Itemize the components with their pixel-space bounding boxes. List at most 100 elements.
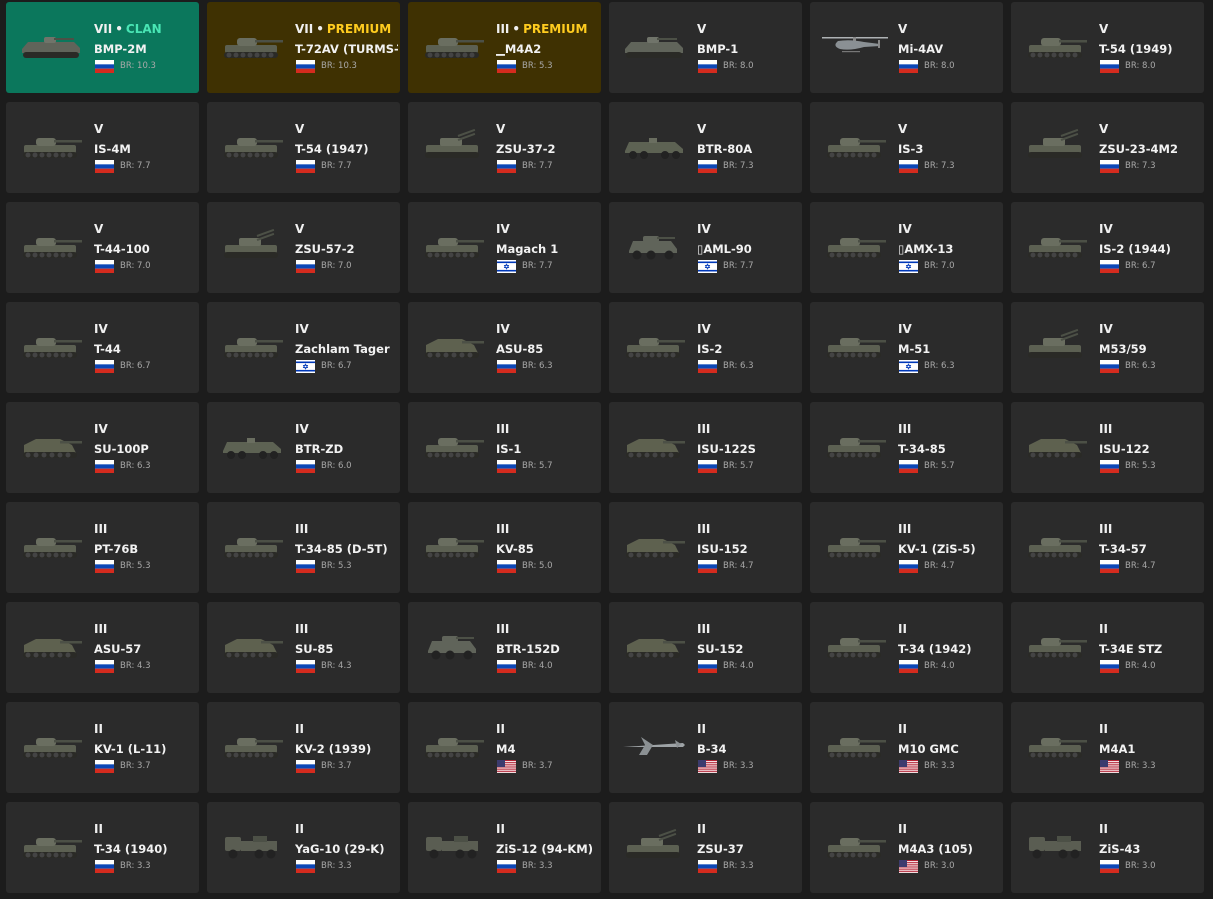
vehicle-tag: PREMIUM <box>523 22 588 36</box>
vehicle-card[interactable]: V BMP-1 BR: 8.0 <box>609 2 802 93</box>
vehicle-name: ▯AML-90 <box>697 242 752 256</box>
vehicle-tier: VII • PREMIUM <box>295 22 391 37</box>
vehicle-name: IS-4M <box>94 142 131 156</box>
vehicle-card[interactable]: II T-34E STZ BR: 4.0 <box>1011 602 1204 693</box>
vehicle-card[interactable]: II KV-2 (1939) BR: 3.7 <box>207 702 400 793</box>
vehicle-card[interactable]: II M4A1 BR: 3.3 <box>1011 702 1204 793</box>
tank-icon <box>820 329 890 363</box>
battle-rating: BR: 6.7 <box>1125 261 1156 271</box>
battle-rating: BR: 3.3 <box>120 861 151 871</box>
vehicle-card[interactable]: V BTR-80A BR: 7.3 <box>609 102 802 193</box>
vehicle-card[interactable]: V ZSU-23-4M2 BR: 7.3 <box>1011 102 1204 193</box>
vehicle-card[interactable]: IV ▯AMX-13 BR: 7.0 <box>810 202 1003 293</box>
vehicle-card[interactable]: II M4A3 (105) BR: 3.0 <box>810 802 1003 893</box>
battle-rating: BR: 5.7 <box>723 461 754 471</box>
vehicle-card[interactable]: II ZSU-37 BR: 3.3 <box>609 802 802 893</box>
vehicle-card[interactable]: II T-34 (1940) BR: 3.3 <box>6 802 199 893</box>
vehicle-card[interactable]: III SU-85 BR: 4.3 <box>207 602 400 693</box>
vehicle-card[interactable]: IV IS-2 BR: 6.3 <box>609 302 802 393</box>
vehicle-card[interactable]: V ZSU-37-2 BR: 7.7 <box>408 102 601 193</box>
vehicle-name: ASU-85 <box>496 342 544 356</box>
vehicle-tier: II <box>697 822 706 837</box>
tier-label: II <box>496 822 505 836</box>
usa-flag-icon <box>899 860 918 873</box>
battle-rating: BR: 8.0 <box>723 61 754 71</box>
vehicle-card[interactable]: II M10 GMC BR: 3.3 <box>810 702 1003 793</box>
vehicle-card[interactable]: IV T-44 BR: 6.7 <box>6 302 199 393</box>
vehicle-card[interactable]: III SU-152 BR: 4.0 <box>609 602 802 693</box>
battle-rating: BR: 7.7 <box>723 261 754 271</box>
battle-rating: BR: 3.3 <box>522 861 553 871</box>
usa-flag-icon <box>497 760 516 773</box>
vehicle-card[interactable]: IV Zachlam Tager BR: 6.7 <box>207 302 400 393</box>
vehicle-card[interactable]: IV ▯AML-90 BR: 7.7 <box>609 202 802 293</box>
vehicle-card[interactable]: VII • CLAN BMP-2M BR: 10.3 <box>6 2 199 93</box>
vehicle-card[interactable]: II M4 BR: 3.7 <box>408 702 601 793</box>
vehicle-card[interactable]: II YaG-10 (29-K) BR: 3.3 <box>207 802 400 893</box>
tier-label: III <box>697 622 711 636</box>
vehicle-card[interactable]: IV M53/59 BR: 6.3 <box>1011 302 1204 393</box>
tank-icon <box>418 529 488 563</box>
vehicle-card[interactable]: V ZSU-57-2 BR: 7.0 <box>207 202 400 293</box>
ussr-flag-icon <box>1100 560 1119 573</box>
vehicle-card[interactable]: IV Magach 1 BR: 7.7 <box>408 202 601 293</box>
spaa-icon <box>619 829 689 863</box>
tier-label: III <box>898 522 912 536</box>
battle-rating: BR: 6.0 <box>321 461 352 471</box>
battle-rating: BR: 3.7 <box>321 761 352 771</box>
tier-label: II <box>1099 622 1108 636</box>
armored-car-icon <box>619 229 689 263</box>
vehicle-card[interactable]: IV IS-2 (1944) BR: 6.7 <box>1011 202 1204 293</box>
vehicle-card[interactable]: III PT-76B BR: 5.3 <box>6 502 199 593</box>
battle-rating: BR: 7.7 <box>321 161 352 171</box>
vehicle-card[interactable]: V IS-4M BR: 7.7 <box>6 102 199 193</box>
vehicle-name: ISU-122 <box>1099 442 1150 456</box>
tank-icon <box>217 329 287 363</box>
vehicle-card[interactable]: II KV-1 (L-11) BR: 3.7 <box>6 702 199 793</box>
vehicle-name: T-34-57 <box>1099 542 1147 556</box>
vehicle-card[interactable]: IV ASU-85 BR: 6.3 <box>408 302 601 393</box>
ussr-flag-icon <box>497 60 516 73</box>
ussr-flag-icon <box>1100 160 1119 173</box>
vehicle-card[interactable]: III • PREMIUM ▁M4A2 BR: 5.3 <box>408 2 601 93</box>
vehicle-card[interactable]: III KV-85 BR: 5.0 <box>408 502 601 593</box>
vehicle-card[interactable]: III T-34-85 (D-5T) BR: 5.3 <box>207 502 400 593</box>
ussr-flag-icon <box>698 160 717 173</box>
vehicle-card[interactable]: III BTR-152D BR: 4.0 <box>408 602 601 693</box>
vehicle-card[interactable]: III ISU-122S BR: 5.7 <box>609 402 802 493</box>
ussr-flag-icon <box>95 260 114 273</box>
battle-rating: BR: 4.3 <box>120 661 151 671</box>
israel-flag-icon <box>296 360 315 373</box>
vehicle-card[interactable]: IV BTR-ZD BR: 6.0 <box>207 402 400 493</box>
vehicle-card[interactable]: III KV-1 (ZiS-5) BR: 4.7 <box>810 502 1003 593</box>
vehicle-tier: III <box>697 622 710 637</box>
vehicle-card[interactable]: V T-54 (1949) BR: 8.0 <box>1011 2 1204 93</box>
vehicle-card[interactable]: V T-44-100 BR: 7.0 <box>6 202 199 293</box>
vehicle-card[interactable]: II ZiS-12 (94-KM) BR: 3.3 <box>408 802 601 893</box>
spaa-icon <box>418 129 488 163</box>
vehicle-tier: III <box>496 422 509 437</box>
vehicle-card[interactable]: IV SU-100P BR: 6.3 <box>6 402 199 493</box>
vehicle-card[interactable]: III ISU-122 BR: 5.3 <box>1011 402 1204 493</box>
vehicle-card[interactable]: V T-54 (1947) BR: 7.7 <box>207 102 400 193</box>
vehicle-card[interactable]: III IS-1 BR: 5.7 <box>408 402 601 493</box>
vehicle-card[interactable]: III T-34-85 BR: 5.7 <box>810 402 1003 493</box>
tank-icon <box>418 29 488 63</box>
vehicle-card[interactable]: III ISU-152 BR: 4.7 <box>609 502 802 593</box>
vehicle-card[interactable]: II T-34 (1942) BR: 4.0 <box>810 602 1003 693</box>
tank-icon <box>1021 229 1091 263</box>
ussr-flag-icon <box>698 660 717 673</box>
vehicle-card[interactable]: III ASU-57 BR: 4.3 <box>6 602 199 693</box>
vehicle-card[interactable]: II ZiS-43 BR: 3.0 <box>1011 802 1204 893</box>
vehicle-card[interactable]: V Mi-4AV BR: 8.0 <box>810 2 1003 93</box>
vehicle-card[interactable]: V IS-3 BR: 7.3 <box>810 102 1003 193</box>
vehicle-tier: III <box>697 422 710 437</box>
vehicle-card[interactable]: IV M-51 BR: 6.3 <box>810 302 1003 393</box>
vehicle-card[interactable]: II B-34 BR: 3.3 <box>609 702 802 793</box>
ussr-flag-icon <box>95 860 114 873</box>
vehicle-card[interactable]: III T-34-57 BR: 4.7 <box>1011 502 1204 593</box>
battle-rating: BR: 8.0 <box>924 61 955 71</box>
ussr-flag-icon <box>698 560 717 573</box>
tank-icon <box>820 129 890 163</box>
vehicle-card[interactable]: VII•PREMIUM T-72AV (TURMS-T) BR: 10.3 <box>207 2 400 93</box>
